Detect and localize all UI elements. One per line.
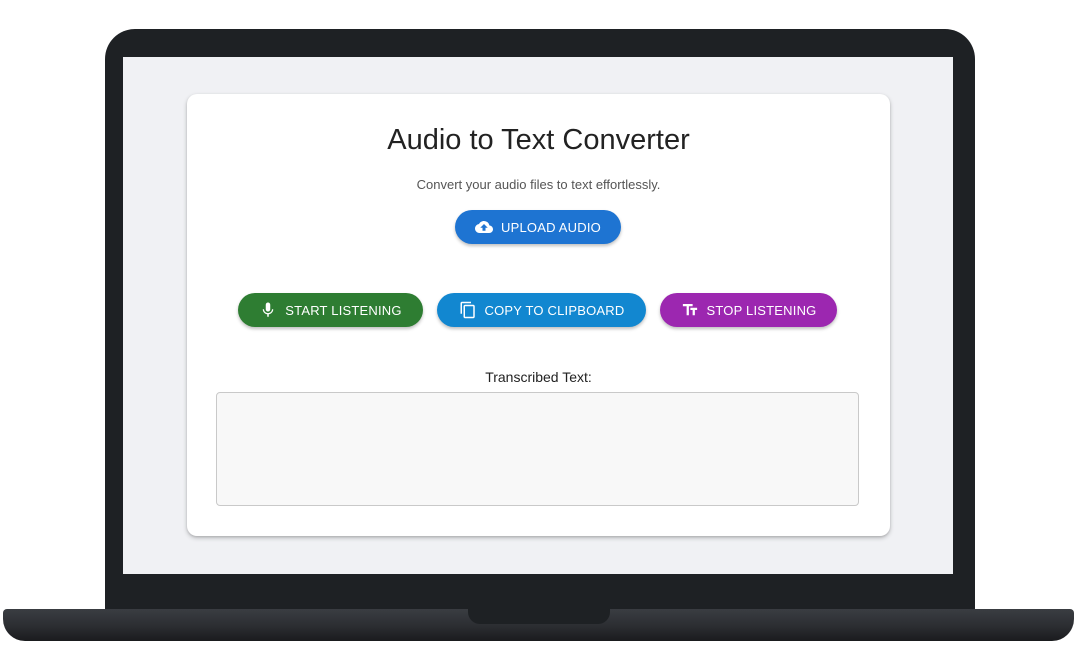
stop-listening-label: STOP LISTENING	[706, 302, 817, 318]
cloud-upload-icon	[475, 218, 494, 236]
copy-icon	[459, 301, 477, 319]
transcribed-text-area[interactable]	[216, 392, 859, 506]
copy-to-clipboard-button[interactable]: COPY TO CLIPBOARD	[437, 293, 646, 327]
upload-audio-button[interactable]: UPLOAD AUDIO	[455, 210, 621, 244]
laptop-notch	[468, 609, 610, 624]
page-subtitle: Convert your audio files to text effortl…	[416, 177, 661, 192]
laptop-screen: Audio to Text Converter Convert your aud…	[123, 57, 953, 574]
start-listening-label: START LISTENING	[285, 302, 402, 318]
converter-card: Audio to Text Converter Convert your aud…	[187, 94, 890, 536]
stop-listening-button[interactable]: STOP LISTENING	[660, 293, 837, 327]
transcribed-text-label: Transcribed Text:	[485, 369, 592, 385]
text-fields-icon	[681, 301, 699, 319]
upload-audio-label: UPLOAD AUDIO	[501, 219, 601, 235]
page-title: Audio to Text Converter	[387, 124, 690, 156]
microphone-icon	[259, 301, 277, 319]
start-listening-button[interactable]: START LISTENING	[238, 293, 423, 327]
copy-to-clipboard-label: COPY TO CLIPBOARD	[484, 302, 625, 318]
